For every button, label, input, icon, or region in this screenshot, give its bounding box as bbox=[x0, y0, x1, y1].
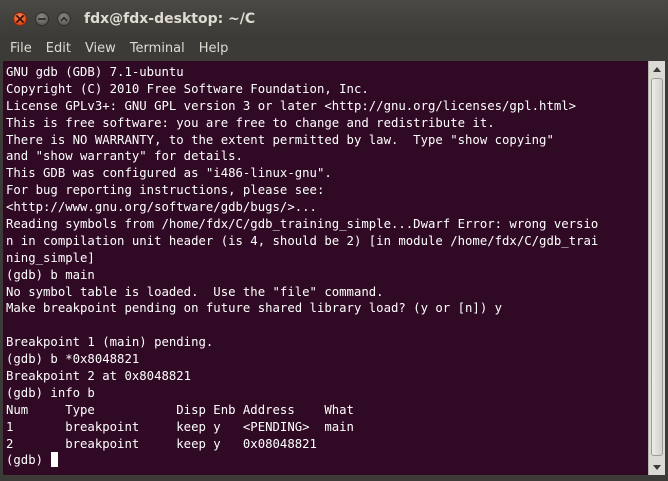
terminal-line: This GDB was configured as "i486-linux-g… bbox=[6, 166, 332, 181]
terminal-line: (gdb) b *0x8048821 bbox=[6, 352, 140, 367]
close-button[interactable] bbox=[13, 12, 27, 26]
terminal-line: 2 breakpoint keep y 0x08048821 bbox=[6, 436, 317, 451]
scroll-down-arrow-icon bbox=[653, 464, 661, 470]
scroll-down-button[interactable] bbox=[649, 460, 665, 475]
window-title: fdx@fdx-desktop: ~/C bbox=[84, 11, 256, 27]
maximize-icon bbox=[60, 16, 68, 22]
terminal-line: GNU gdb (GDB) 7.1-ubuntu bbox=[6, 65, 184, 79]
text-cursor bbox=[51, 452, 59, 468]
menu-view[interactable]: View bbox=[78, 37, 123, 60]
menu-help[interactable]: Help bbox=[192, 37, 236, 60]
scroll-thumb[interactable] bbox=[651, 78, 663, 456]
menu-terminal[interactable]: Terminal bbox=[123, 37, 192, 60]
terminal-line: Copyright (C) 2010 Free Software Foundat… bbox=[6, 81, 369, 96]
terminal-window: fdx@fdx-desktop: ~/C File Edit View Term… bbox=[0, 0, 668, 481]
terminal-line: and "show warranty" for details. bbox=[6, 149, 243, 164]
terminal-line: Reading symbols from /home/fdx/C/gdb_tra… bbox=[6, 217, 599, 232]
terminal-line: (gdb) b main bbox=[6, 267, 95, 282]
terminal-line: n in compilation unit header (is 4, shou… bbox=[6, 233, 599, 248]
terminal-line: (gdb) info b bbox=[6, 385, 95, 400]
minimize-button[interactable] bbox=[35, 12, 49, 26]
terminal-line: This is free software: you are free to c… bbox=[6, 115, 495, 130]
terminal-line: There is NO WARRANTY, to the extent perm… bbox=[6, 132, 554, 147]
terminal-line: Num Type Disp Enb Address What bbox=[6, 402, 354, 417]
terminal-line: For bug reporting instructions, please s… bbox=[6, 183, 325, 198]
scroll-up-arrow-icon bbox=[653, 66, 661, 72]
window-bottom-border bbox=[0, 475, 668, 481]
terminal-output[interactable]: GNU gdb (GDB) 7.1-ubuntu Copyright (C) 20… bbox=[3, 61, 648, 475]
scroll-up-button[interactable] bbox=[649, 61, 665, 76]
terminal-text: GNU gdb (GDB) 7.1-ubuntu Copyright (C) 20… bbox=[6, 64, 598, 469]
maximize-button[interactable] bbox=[57, 12, 71, 26]
prompt-line[interactable]: (gdb) bbox=[6, 452, 598, 469]
vertical-scrollbar[interactable] bbox=[648, 61, 665, 475]
minimize-icon bbox=[38, 18, 46, 20]
terminal-line: Make breakpoint pending on future shared… bbox=[6, 301, 503, 316]
menu-edit[interactable]: Edit bbox=[39, 37, 78, 60]
terminal-line: <http://www.gnu.org/software/gdb/bugs/>.… bbox=[6, 200, 317, 215]
menu-bar: File Edit View Terminal Help bbox=[0, 37, 668, 60]
terminal-line: No symbol table is loaded. Use the "file… bbox=[6, 284, 384, 299]
terminal-line: License GPLv3+: GNU GPL version 3 or lat… bbox=[6, 98, 577, 113]
terminal-line: Breakpoint 2 at 0x8048821 bbox=[6, 369, 192, 384]
title-bar[interactable]: fdx@fdx-desktop: ~/C bbox=[0, 0, 668, 37]
gdb-prompt: (gdb) bbox=[6, 453, 51, 468]
close-icon bbox=[16, 15, 24, 23]
terminal-line: 1 breakpoint keep y <PENDING> main bbox=[6, 419, 354, 434]
terminal-line: ning_simple] bbox=[6, 250, 95, 265]
menu-file[interactable]: File bbox=[3, 37, 39, 60]
terminal-line: Breakpoint 1 (main) pending. bbox=[6, 335, 214, 350]
